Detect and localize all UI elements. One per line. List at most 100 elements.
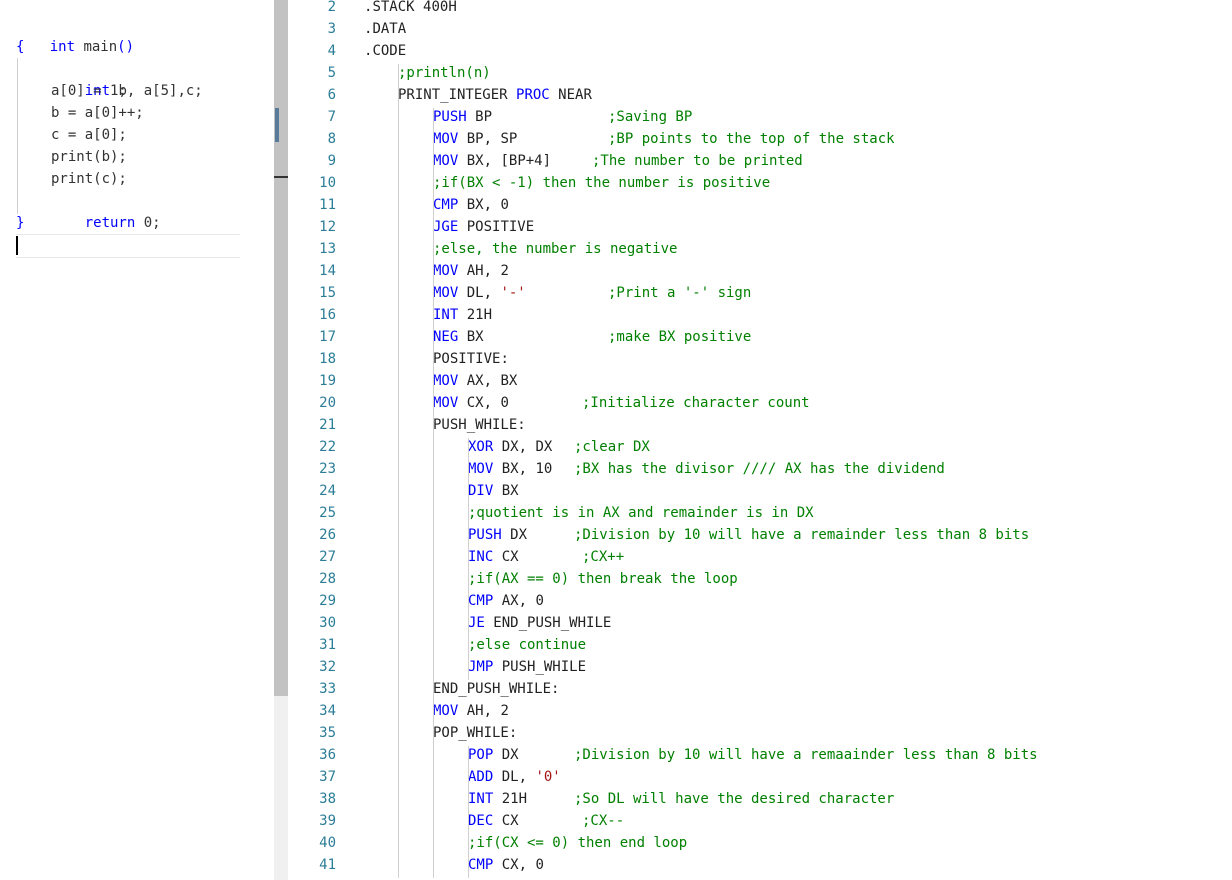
line-number: 37: [319, 769, 336, 785]
asm-comment-26: ;Division by 10 will have a remainder le…: [574, 527, 1030, 543]
asm-comment-23: ;BX has the divisor //// AX has the divi…: [574, 461, 945, 477]
code-line-3: int b, a[5],c;: [51, 58, 203, 99]
line-number: 29: [319, 593, 336, 609]
parens: (): [117, 39, 135, 55]
line-number: 23: [319, 461, 336, 477]
line-number: 20: [319, 395, 336, 411]
asm-comment-40: ;if(CX <= 0) then end loop: [468, 835, 688, 851]
line-number: 10: [319, 175, 336, 191]
asm-code-line-24: DIV BX: [468, 483, 519, 499]
asm-comment-15: ;Print a '-' sign: [608, 285, 752, 301]
asm-code-line-33: END_PUSH_WHILE:: [433, 681, 560, 697]
line-number: 26: [319, 527, 336, 543]
line-number: 36: [319, 747, 336, 763]
code-line-5: b = a[0]++;: [51, 105, 144, 121]
code-line-2: {: [16, 39, 25, 55]
asm-code-line-35: POP_WHILE:: [433, 725, 518, 741]
code-line-10: }: [16, 215, 25, 231]
asm-code-line-38: INT 21H: [468, 791, 528, 807]
code-line-9: return 0;: [51, 190, 161, 231]
asm-code-line-4: .CODE: [364, 43, 407, 59]
line-number: 19: [319, 373, 336, 389]
asm-comment-36: ;Division by 10 will have a remaainder l…: [574, 747, 1038, 763]
line-number: 17: [319, 329, 336, 345]
function-name: main: [83, 39, 118, 55]
asm-code-line-21: PUSH_WHILE:: [433, 417, 526, 433]
asm-comment-39: ;CX--: [582, 813, 625, 829]
keyword-return: return: [84, 215, 136, 231]
c-source-editor[interactable]: int main() { int b, a[5],c; a[0] = 1; b …: [0, 0, 274, 880]
line-number: 28: [319, 571, 336, 587]
scrollbar-change-marker: [275, 108, 279, 142]
asm-code-line-37: ADD DL, '0': [468, 769, 561, 785]
asm-code-line-22: XOR DX, DX: [468, 439, 553, 455]
code-line-6: c = a[0];: [51, 127, 127, 143]
indent-guide: [433, 108, 434, 878]
asm-code-line-39: DEC CX: [468, 813, 519, 829]
asm-code-line-7: PUSH BP: [433, 109, 493, 125]
code-line-7: print(b);: [51, 149, 127, 165]
asm-code-line-2: .STACK 400H: [364, 0, 457, 15]
asm-comment-20: ;Initialize character count: [582, 395, 810, 411]
line-number: 33: [319, 681, 336, 697]
indent-guide: [17, 58, 18, 214]
asm-code-line-8: MOV BP, SP: [433, 131, 518, 147]
line-number: 21: [319, 417, 336, 433]
asm-comment-28: ;if(AX == 0) then break the loop: [468, 571, 738, 587]
asm-code-line-3: .DATA: [364, 21, 407, 37]
code-line-1: int main(): [16, 14, 134, 55]
line-number: 14: [319, 263, 336, 279]
scrollbar-position-marker: [274, 176, 288, 178]
asm-comment-5: ;println(n): [398, 65, 491, 81]
asm-code-line-32: JMP PUSH_WHILE: [468, 659, 587, 675]
asm-comment-27: ;CX++: [582, 549, 625, 565]
asm-comment-38: ;So DL will have the desired character: [574, 791, 895, 807]
indent-guide: [468, 746, 469, 878]
code-line-8: print(c);: [51, 171, 127, 187]
indent-guide: [468, 438, 469, 680]
asm-comment-25: ;quotient is in AX and remainder is in D…: [468, 505, 814, 521]
asm-comment-9: ;The number to be printed: [592, 153, 803, 169]
asm-comment-31: ;else continue: [468, 637, 587, 653]
asm-comment-13: ;else, the number is negative: [433, 241, 678, 257]
line-number: 16: [319, 307, 336, 323]
asm-comment-7: ;Saving BP: [608, 109, 693, 125]
line-number: 13: [319, 241, 336, 257]
line-number: 40: [319, 835, 336, 851]
line-number: 8: [327, 131, 336, 147]
line-number: 15: [319, 285, 336, 301]
asm-code-line-26: PUSH DX: [468, 527, 528, 543]
line-number: 27: [319, 549, 336, 565]
asm-code-line-6: PRINT_INTEGER PROC NEAR: [398, 87, 592, 103]
line-number: 35: [319, 725, 336, 741]
asm-code-line-18: POSITIVE:: [433, 351, 509, 367]
asm-code-line-20: MOV CX, 0: [433, 395, 509, 411]
line-number: 31: [319, 637, 336, 653]
line-number: 25: [319, 505, 336, 521]
return-value: 0;: [135, 215, 161, 231]
line-number: 6: [327, 87, 336, 103]
line-number: 24: [319, 483, 336, 499]
line-number: 11: [319, 197, 336, 213]
line-number: 32: [319, 659, 336, 675]
asm-code-line-29: CMP AX, 0: [468, 593, 544, 609]
asm-code-line-15: MOV DL, '-': [433, 285, 526, 301]
asm-code-line-27: INC CX: [468, 549, 519, 565]
asm-code-line-17: NEG BX: [433, 329, 484, 345]
asm-code-line-34: MOV AH, 2: [433, 703, 509, 719]
keyword-int: int: [49, 39, 76, 55]
asm-code-line-14: MOV AH, 2: [433, 263, 509, 279]
asm-code-line-9: MOV BX, [BP+4]: [433, 153, 552, 169]
line-number: 12: [319, 219, 336, 235]
line-number: 22: [319, 439, 336, 455]
asm-source-editor[interactable]: 2 .STACK 400H 3 .DATA 4 .CODE 5 ;println(n) 6 PRI…: [288, 0, 1232, 880]
indent-guide: [398, 64, 399, 878]
asm-comment-22: ;clear DX: [574, 439, 650, 455]
line-number: 4: [327, 43, 336, 59]
vertical-scrollbar-thumb[interactable]: [274, 0, 288, 696]
line-number: 30: [319, 615, 336, 631]
line-number: 38: [319, 791, 336, 807]
asm-code-line-11: CMP BX, 0: [433, 197, 509, 213]
asm-code-line-16: INT 21H: [433, 307, 493, 323]
line-number: 2: [327, 0, 336, 15]
